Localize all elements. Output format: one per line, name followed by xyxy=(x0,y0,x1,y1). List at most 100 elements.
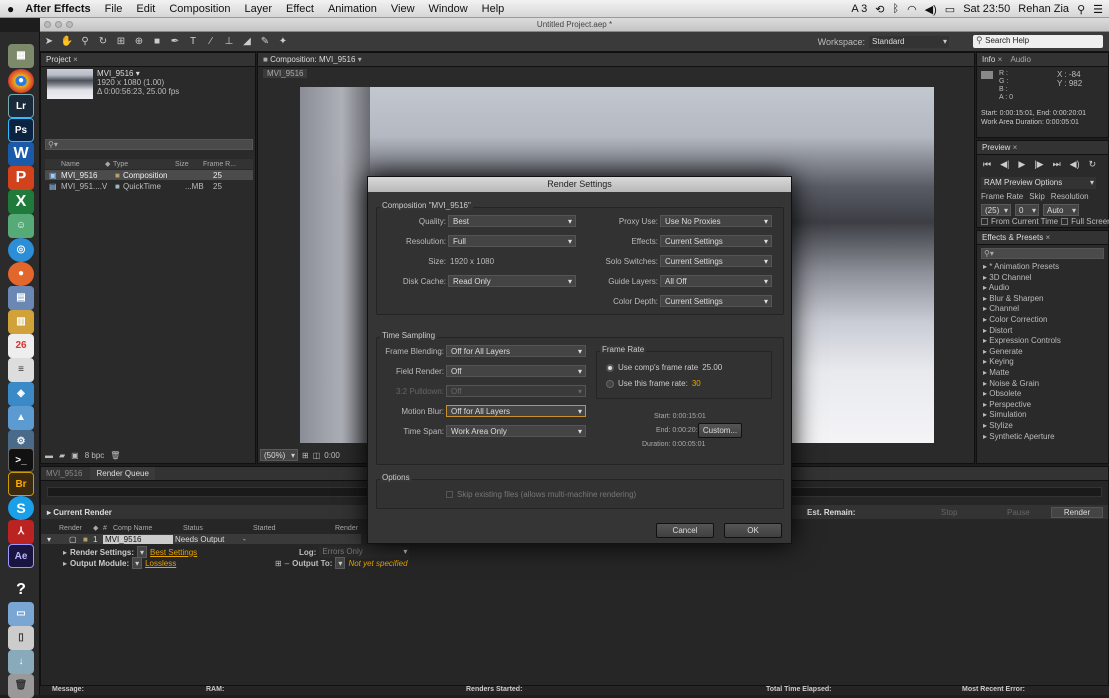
safari-icon[interactable]: ◎ xyxy=(8,238,34,262)
output-to-link[interactable]: Not yet specified xyxy=(348,559,407,568)
composition-subtab[interactable]: MVI_9516 xyxy=(258,67,974,81)
powerpoint-icon[interactable]: P xyxy=(8,166,34,190)
ok-button[interactable]: OK xyxy=(724,523,782,538)
last-frame-icon[interactable]: ⏭ xyxy=(1053,159,1061,170)
current-time[interactable]: 0:00 xyxy=(324,451,340,460)
effect-category[interactable]: ▸ Obsolete xyxy=(977,389,1108,400)
bridge-icon[interactable]: Br xyxy=(8,472,34,496)
info-tab[interactable]: Info xyxy=(982,55,995,64)
bpc-toggle[interactable]: 8 bpc xyxy=(85,451,105,460)
color-depth-dropdown[interactable]: Current Settings xyxy=(660,295,772,307)
remove-output-icon[interactable]: – xyxy=(285,559,289,568)
composition-lock-icon[interactable]: ■ xyxy=(263,55,268,64)
eraser-tool-icon[interactable]: ◢ xyxy=(240,35,254,49)
from-current-checkbox[interactable] xyxy=(981,218,988,225)
menu-layer[interactable]: Layer xyxy=(238,3,280,15)
col-name[interactable]: Name xyxy=(45,161,105,168)
menu-view[interactable]: View xyxy=(384,3,422,15)
menu-effect[interactable]: Effect xyxy=(279,3,321,15)
use-comp-rate-option[interactable]: Use comp's frame rate 25.00 xyxy=(606,363,722,372)
effect-category[interactable]: ▸ Channel xyxy=(977,304,1108,315)
add-output-icon[interactable]: ⊞ xyxy=(275,559,282,568)
photos-icon[interactable]: ◈ xyxy=(8,382,34,406)
camera-tool-icon[interactable]: ⊞ xyxy=(114,35,128,49)
next-frame-icon[interactable]: |▶ xyxy=(1034,159,1043,170)
col-render-time[interactable]: Render xyxy=(335,525,358,532)
menu-file[interactable]: File xyxy=(98,3,130,15)
effect-category[interactable]: ▸ Color Correction xyxy=(977,315,1108,326)
textedit-icon[interactable]: ≡ xyxy=(8,358,34,382)
loop-icon[interactable]: ↻ xyxy=(1089,159,1097,170)
calendar-icon[interactable]: 26 xyxy=(8,334,34,358)
use-this-rate-option[interactable]: Use this frame rate: 30 xyxy=(606,379,701,388)
effect-category[interactable]: ▸ Matte xyxy=(977,368,1108,379)
effect-category[interactable]: ▸ Keying xyxy=(977,357,1108,368)
type-tool-icon[interactable]: T xyxy=(186,35,200,49)
rectangle-tool-icon[interactable]: ■ xyxy=(150,35,164,49)
project-search-input[interactable]: ⚲▾ xyxy=(45,139,253,150)
disk-cache-dropdown[interactable]: Read Only xyxy=(448,275,576,287)
roto-tool-icon[interactable]: ✎ xyxy=(258,35,272,49)
volume-icon[interactable]: ◀) xyxy=(925,3,937,16)
skip-existing-checkbox[interactable] xyxy=(446,491,453,498)
pause-button[interactable]: Pause xyxy=(1007,508,1030,517)
excel-icon[interactable]: X xyxy=(8,190,34,214)
notification-icon[interactable]: ☰ xyxy=(1093,3,1103,16)
effect-category[interactable]: ▸ Perspective xyxy=(977,400,1108,411)
effect-category[interactable]: ▸ Distort xyxy=(977,326,1108,337)
stop-button[interactable]: Stop xyxy=(941,508,957,517)
custom-button[interactable]: Custom... xyxy=(698,423,742,438)
effects-search-input[interactable]: ⚲▾ xyxy=(981,248,1104,259)
effect-category[interactable]: ▸ Blur & Sharpen xyxy=(977,294,1108,305)
firefox-icon[interactable]: ● xyxy=(8,262,34,286)
trash-icon[interactable]: 🗑 xyxy=(110,451,120,460)
guide-layers-dropdown[interactable]: All Off xyxy=(660,275,772,287)
play-icon[interactable]: ▶ xyxy=(1018,159,1025,170)
status-indicator[interactable]: A 3 xyxy=(851,3,867,15)
col-comp-name[interactable]: Comp Name xyxy=(113,525,183,532)
lightroom-icon[interactable]: Lr xyxy=(8,94,34,118)
effect-category[interactable]: ▸ 3D Channel xyxy=(977,273,1108,284)
terminal-icon[interactable]: >_ xyxy=(8,448,34,472)
notes-icon[interactable]: ▥ xyxy=(8,310,34,334)
full-screen-checkbox[interactable] xyxy=(1061,218,1069,225)
chrome-icon[interactable]: ● xyxy=(8,69,34,93)
pen-tool-icon[interactable]: ✒ xyxy=(168,35,182,49)
wifi-icon[interactable]: ◠ xyxy=(907,3,917,16)
effect-category[interactable]: ▸ Expression Controls xyxy=(977,336,1108,347)
effect-category[interactable]: ▸ Audio xyxy=(977,283,1108,294)
rotate-tool-icon[interactable]: ↻ xyxy=(96,35,110,49)
render-settings-link[interactable]: Best Settings xyxy=(150,548,197,557)
new-folder-icon[interactable]: ▰ xyxy=(59,451,65,460)
field-render-dropdown[interactable]: Off xyxy=(446,365,586,377)
output-to-dropdown-icon[interactable] xyxy=(335,557,346,569)
motion-blur-dropdown[interactable]: Off for All Layers xyxy=(446,405,586,417)
acrobat-icon[interactable]: ⅄ xyxy=(8,520,34,544)
folder-icon[interactable]: ▭ xyxy=(8,602,34,626)
effect-category[interactable]: ▸ Noise & Grain xyxy=(977,379,1108,390)
menu-composition[interactable]: Composition xyxy=(162,3,237,15)
timeline-tab[interactable]: MVI_9516 xyxy=(46,467,90,480)
effect-category[interactable]: ▸ Simulation xyxy=(977,410,1108,421)
time-span-dropdown[interactable]: Work Area Only xyxy=(446,425,586,437)
col-framerate[interactable]: Frame R... xyxy=(203,161,243,168)
preview-tab[interactable]: Preview × xyxy=(977,141,1108,155)
trash-icon[interactable]: 🗑 xyxy=(8,674,34,698)
label-icon[interactable]: ◆ xyxy=(105,160,113,168)
search-help-field[interactable]: ⚲ Search Help xyxy=(973,35,1103,48)
frame-blending-dropdown[interactable]: Off for All Layers xyxy=(446,345,586,357)
queue-item-row[interactable]: ▾ ▢ ■ 1 MVI_9516 Needs Output - xyxy=(41,534,361,544)
resolution-dropdown[interactable]: Full xyxy=(448,235,576,247)
this-rate-value[interactable]: 30 xyxy=(692,379,701,388)
project-row[interactable]: ▤ MVI_951....V ■ QuickTime ...MB 25 xyxy=(45,181,253,191)
skype-icon[interactable]: S xyxy=(8,496,34,520)
finder-icon[interactable]: ☺ xyxy=(8,214,34,238)
frame-rate-dropdown[interactable]: (25) xyxy=(981,204,1011,216)
magnification-dropdown[interactable]: (50%) xyxy=(260,449,298,461)
grid-icon[interactable]: ⊞ xyxy=(302,451,309,460)
expand-toggle[interactable]: ▸ xyxy=(63,548,67,557)
minimize-icon[interactable] xyxy=(55,21,62,28)
render-button[interactable]: Render xyxy=(1051,506,1103,518)
label-icon[interactable]: ◆ xyxy=(93,524,103,532)
photoshop-icon[interactable]: Ps xyxy=(8,118,34,142)
